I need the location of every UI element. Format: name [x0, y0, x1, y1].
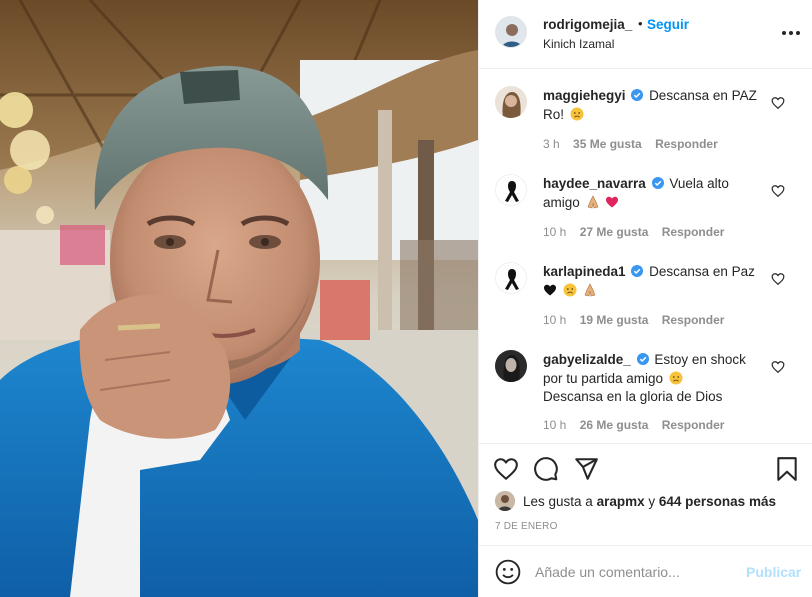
comment-meta: 3 h 35 Me gusta Responder [543, 137, 728, 151]
comment-icon[interactable] [533, 456, 559, 482]
commenter-avatar[interactable] [495, 262, 527, 294]
reply-button[interactable]: Responder [662, 313, 725, 327]
instagram-post: rodrigomejia_ • Seguir Kinich Izamal mag… [0, 0, 812, 597]
black-heart-emoji-icon [544, 284, 556, 295]
post-date[interactable]: 7 DE ENERO [495, 521, 558, 532]
verified-badge-icon [636, 353, 649, 365]
post-photo-image [0, 0, 478, 597]
comment-text: Descansa en Paz [649, 264, 755, 279]
comment-meta: 10 h 26 Me gusta Responder [543, 418, 734, 432]
comment-username[interactable]: haydee_navarra [543, 176, 646, 191]
likes-joiner: y [648, 493, 656, 509]
add-comment-bar: Publicar [479, 545, 812, 597]
comment-text-block: karlapineda1 Descansa en Paz [543, 263, 767, 300]
share-icon[interactable] [573, 456, 599, 482]
commenter-avatar-image [495, 86, 527, 118]
liker-avatar [495, 491, 515, 511]
liker-username[interactable]: arapmx [597, 494, 645, 509]
black-ribbon-icon [496, 263, 526, 293]
publish-button[interactable]: Publicar [746, 564, 801, 580]
comment-username[interactable]: maggiehegyi [543, 88, 626, 103]
commenter-avatar[interactable] [495, 174, 527, 206]
reply-button[interactable]: Responder [662, 225, 725, 239]
red-heart-emoji-icon [606, 196, 619, 207]
reply-button[interactable]: Responder [662, 418, 725, 432]
post-actions: Les gusta a arapmx y 644 personas más 7 … [479, 443, 812, 554]
follow-button[interactable]: Seguir [647, 17, 689, 32]
praying-hands-emoji-icon [587, 194, 598, 208]
likes-summary[interactable]: Les gusta a arapmx y 644 personas más [495, 490, 776, 512]
post-header: rodrigomejia_ • Seguir Kinich Izamal [479, 0, 812, 69]
comments-list[interactable]: maggiehegyi Descansa en PAZ Ro! 3 h 35 M… [479, 70, 812, 443]
verified-badge-icon [631, 89, 644, 101]
comment-text-block: haydee_navarra Vuela alto amigo [543, 175, 767, 212]
comment-time[interactable]: 10 h [543, 418, 566, 432]
smiley-icon[interactable] [495, 559, 521, 585]
reply-button[interactable]: Responder [655, 137, 718, 151]
heart-outline-icon[interactable] [771, 96, 785, 110]
heart-outline-icon[interactable] [771, 272, 785, 286]
comment-meta: 10 h 19 Me gusta Responder [543, 313, 734, 327]
comment-input[interactable] [535, 562, 735, 582]
bookmark-icon[interactable] [774, 456, 800, 482]
author-avatar-image [496, 17, 526, 47]
more-options-icon[interactable] [782, 24, 802, 42]
like-heart-icon[interactable] [493, 456, 519, 482]
post-photo[interactable] [0, 0, 478, 597]
comment-text-line-2: Descansa en la gloria de Dios [543, 389, 723, 404]
comment-likes[interactable]: 26 Me gusta [580, 418, 649, 432]
comment-likes[interactable]: 19 Me gusta [580, 313, 649, 327]
commenter-avatar-image [495, 350, 527, 382]
commenter-avatar[interactable] [495, 350, 527, 382]
likes-prefix: Les gusta a [523, 493, 593, 509]
sad-face-emoji-icon [669, 371, 683, 384]
comment-meta: 10 h 27 Me gusta Responder [543, 225, 734, 239]
header-separator: • [638, 16, 643, 31]
heart-outline-icon[interactable] [771, 184, 785, 198]
comment-time[interactable]: 3 h [543, 137, 560, 151]
comment-likes[interactable]: 27 Me gusta [580, 225, 649, 239]
likes-others[interactable]: 644 personas más [659, 494, 776, 509]
author-avatar[interactable] [495, 16, 527, 48]
author-username[interactable]: rodrigomejia_ [543, 17, 632, 32]
sad-face-emoji-icon [570, 107, 584, 120]
sad-face-emoji-icon [563, 283, 577, 296]
comment-likes[interactable]: 35 Me gusta [573, 137, 642, 151]
liker-avatar-image [495, 491, 515, 511]
comment-time[interactable]: 10 h [543, 225, 566, 239]
comment-username[interactable]: gabyelizalde_ [543, 352, 631, 367]
comment-text-block: gabyelizalde_ Estoy en shock por tu part… [543, 351, 767, 407]
verified-badge-icon [651, 177, 664, 189]
comment-time[interactable]: 10 h [543, 313, 566, 327]
heart-outline-icon[interactable] [771, 360, 785, 374]
post-details-panel: rodrigomejia_ • Seguir Kinich Izamal mag… [478, 0, 812, 597]
praying-hands-emoji-icon [584, 282, 595, 296]
comment-username[interactable]: karlapineda1 [543, 264, 626, 279]
verified-badge-icon [631, 265, 644, 277]
comment-text-block: maggiehegyi Descansa en PAZ Ro! [543, 87, 767, 124]
commenter-avatar[interactable] [495, 86, 527, 118]
black-ribbon-icon [496, 175, 526, 205]
post-location[interactable]: Kinich Izamal [543, 37, 614, 51]
